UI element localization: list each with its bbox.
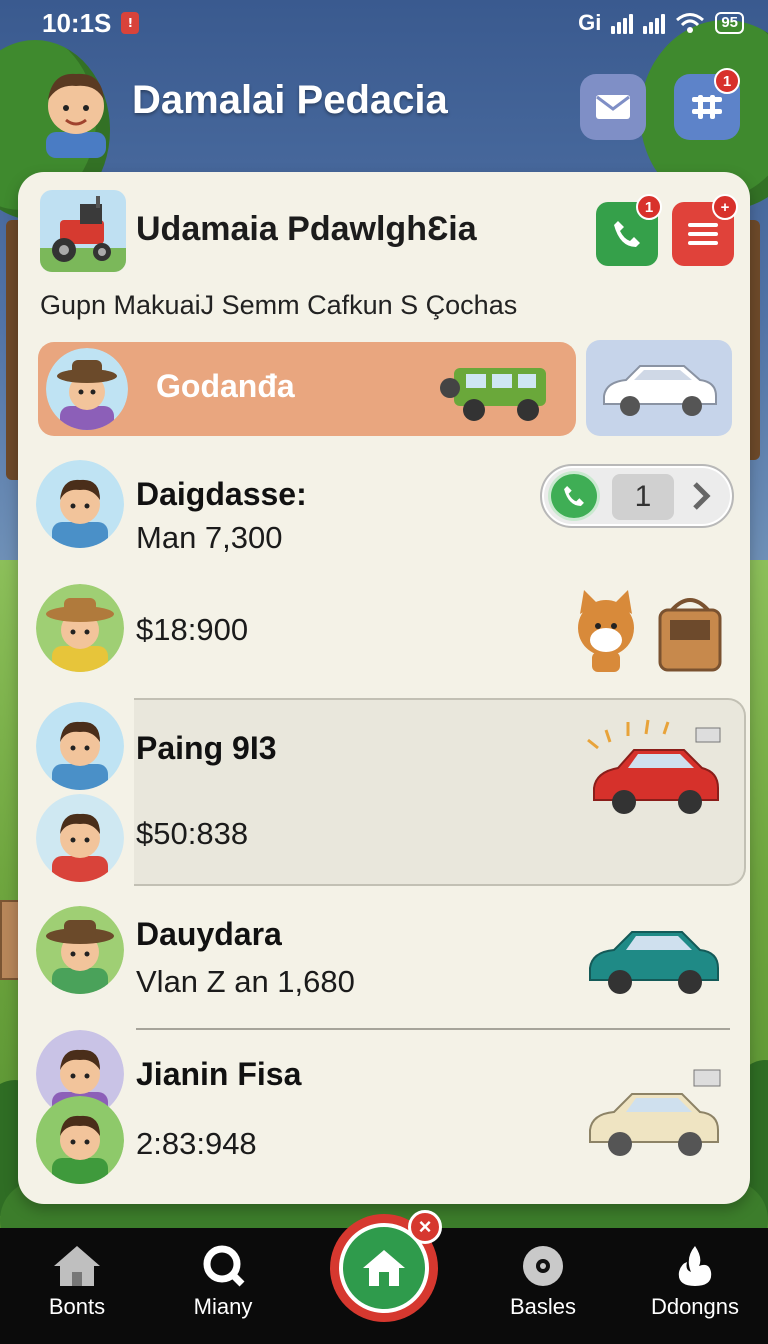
signal-icon	[611, 12, 634, 34]
status-time: 10:1S	[42, 7, 112, 38]
pet-and-bag-icon	[578, 590, 722, 672]
nav-item-basles[interactable]: Basles	[478, 1244, 608, 1320]
app-title: Damalai Pedacia	[132, 78, 448, 122]
avatar	[36, 460, 124, 548]
menu-badge: 1	[714, 68, 740, 94]
notes-badge: +	[712, 194, 738, 220]
call-counter-pill[interactable]: 1	[540, 464, 734, 528]
phone-icon	[564, 486, 584, 506]
app-header: Damalai Pedacia 1	[0, 52, 768, 162]
menu-button[interactable]: 1	[674, 68, 740, 140]
close-icon[interactable]: ×	[408, 1210, 442, 1244]
nav-label: Basles	[509, 1294, 577, 1319]
divider	[136, 1028, 730, 1030]
menu-icon	[692, 95, 722, 119]
call-button[interactable]: 1	[596, 194, 662, 266]
row-value: Vlan Z an 1,680	[136, 964, 355, 999]
signal-icon	[643, 12, 666, 34]
battery-icon: 95	[715, 12, 744, 34]
red-car-icon	[587, 719, 721, 814]
avatar	[36, 584, 124, 672]
row-name: Paing 9I3	[136, 730, 277, 766]
car-icon	[603, 365, 717, 416]
counter-value: 1	[612, 474, 674, 520]
nav-item-bonts[interactable]: Bonts	[12, 1244, 142, 1320]
avatar	[36, 794, 124, 882]
tractor-thumbnail	[40, 190, 126, 272]
card-subtitle: Gupn MakuaiJ Semm Cafkun S Çochas	[40, 290, 518, 320]
notes-button[interactable]: +	[672, 194, 738, 266]
flame-icon	[678, 1246, 712, 1286]
row-value: $18:900	[136, 612, 249, 647]
home-button[interactable]: ×	[330, 1210, 442, 1322]
row-value: Man 7,300	[136, 520, 283, 555]
featured-car-thumbnail[interactable]	[586, 340, 732, 436]
nav-item-ddongns[interactable]: Ddongns	[630, 1244, 760, 1320]
row-value: 2:83:948	[136, 1126, 257, 1161]
row-value: $50:838	[136, 816, 249, 851]
search-icon	[203, 1245, 245, 1287]
wifi-icon	[676, 13, 705, 33]
avatar	[36, 1096, 124, 1184]
nav-label: Ddongns	[650, 1294, 740, 1319]
avatar	[46, 348, 128, 430]
featured-item[interactable]: Godanđa	[38, 342, 576, 436]
jeep-icon	[440, 368, 546, 421]
tractor-icon	[40, 196, 126, 272]
beige-car-icon	[589, 1069, 721, 1156]
mail-icon	[596, 95, 630, 119]
nav-item-miany[interactable]: Miany	[158, 1244, 288, 1320]
disc-icon	[523, 1246, 563, 1286]
mail-button[interactable]	[580, 74, 646, 140]
card-title: Udamaia PdawlghƐia	[136, 210, 477, 248]
network-label: Gi	[578, 10, 602, 35]
row-name: Dauydara	[136, 916, 282, 952]
avatar	[36, 906, 124, 994]
nav-label: Bonts	[48, 1294, 106, 1319]
row-name: Daigdasse:	[136, 476, 307, 512]
teal-car-icon	[589, 931, 719, 994]
status-bar: 10:1S ! Gi 95	[0, 0, 768, 46]
bottom-navigation: Bonts Miany × Basles Ddongns	[0, 1210, 768, 1344]
phone-button[interactable]	[548, 471, 600, 521]
phone-icon	[614, 221, 640, 247]
home-icon	[363, 1250, 405, 1286]
avatar	[36, 702, 124, 790]
card-header: Udamaia PdawlghƐia 1 +	[40, 190, 738, 274]
user-avatar[interactable]	[38, 62, 114, 158]
chevron-right-icon[interactable]	[690, 480, 712, 512]
house-icon	[54, 1246, 100, 1286]
list-icon	[688, 223, 718, 245]
call-badge: 1	[636, 194, 662, 220]
main-card: Udamaia PdawlghƐia 1 + Gupn MakuaiJ Semm…	[18, 172, 750, 1204]
nav-label: Miany	[193, 1294, 253, 1319]
alert-icon: !	[121, 12, 140, 34]
row-name: Jianin Fisa	[136, 1056, 302, 1092]
featured-label: Godanđa	[156, 368, 295, 404]
